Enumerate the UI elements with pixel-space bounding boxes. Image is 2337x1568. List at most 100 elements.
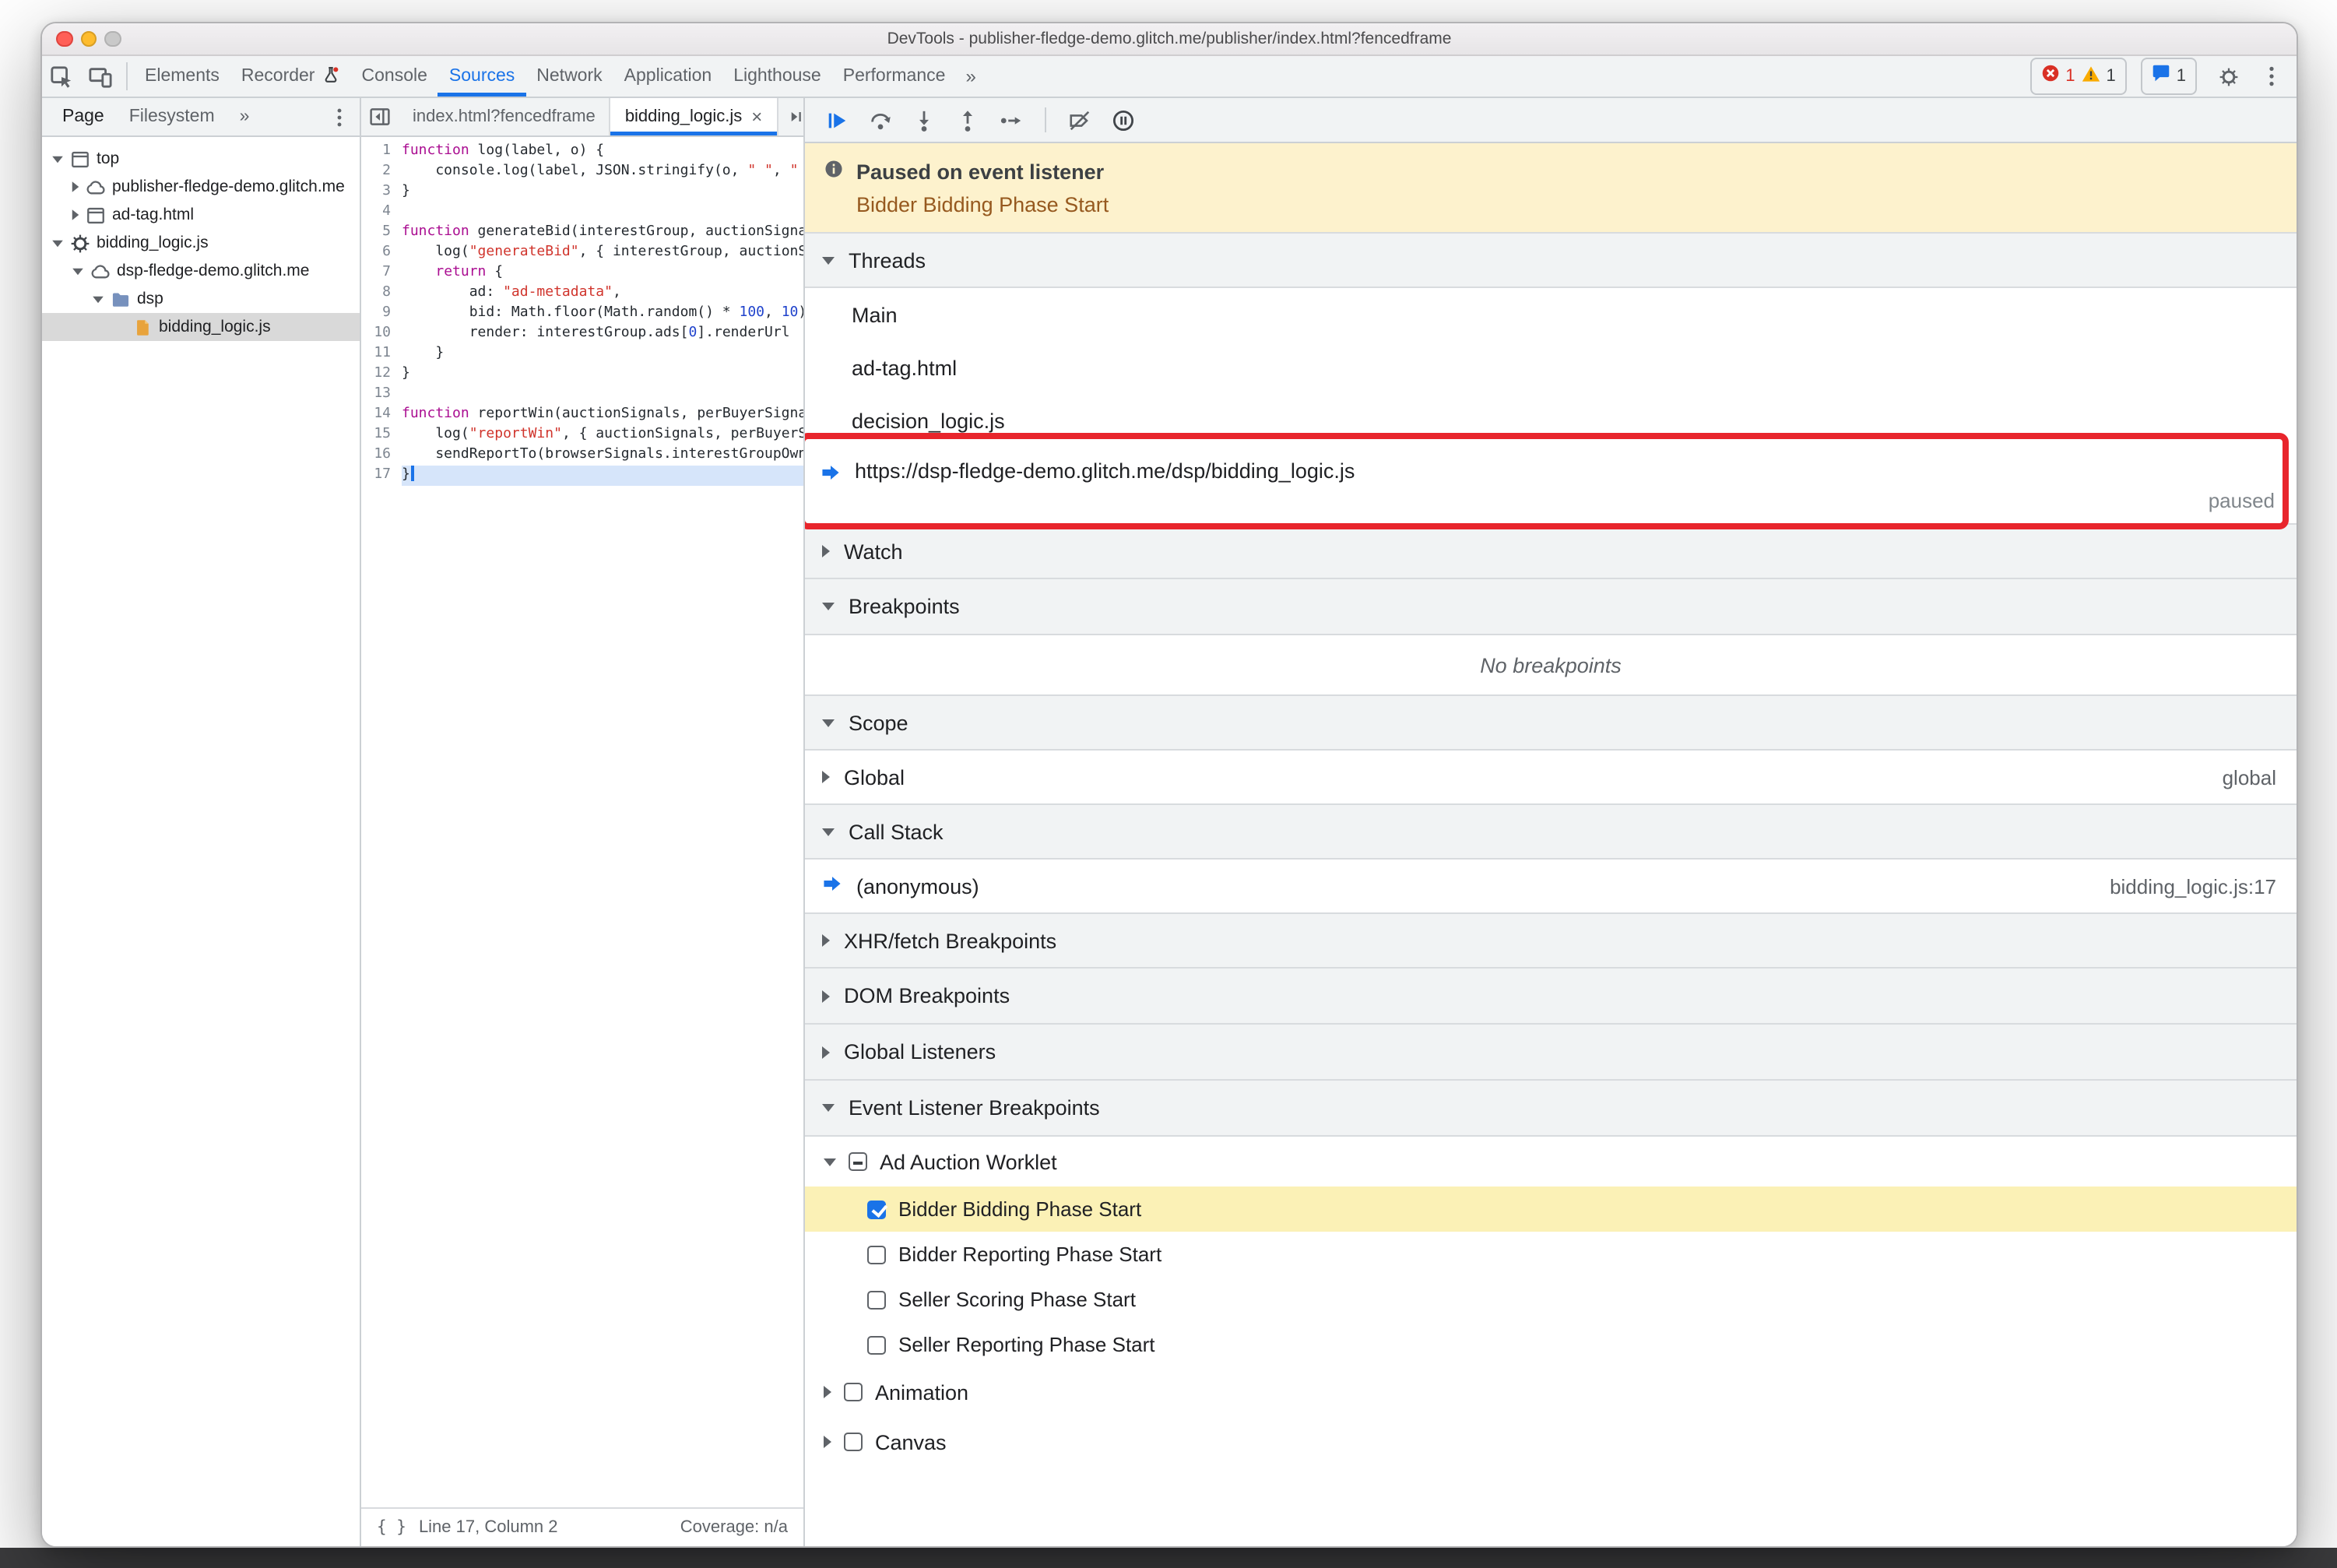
issues-badge[interactable]: 1	[2140, 58, 2197, 95]
elb-group-ad-auction-worklet[interactable]: Ad Auction Worklet	[805, 1137, 2297, 1187]
tab-lighthouse[interactable]: Lighthouse	[722, 56, 832, 97]
unchecked-checkbox[interactable]	[867, 1245, 886, 1264]
section-header-breakpoints[interactable]: Breakpoints	[805, 579, 2297, 635]
chevron-down-icon	[822, 603, 835, 610]
errors-warnings-badge[interactable]: 1 1	[2030, 58, 2127, 95]
screen: DevTools - publisher-fledge-demo.glitch.…	[0, 0, 2337, 1568]
execution-arrow-icon	[821, 462, 841, 490]
tree-item-bidding-logic[interactable]: bidding_logic.js	[42, 313, 360, 341]
elb-item-seller-reporting[interactable]: Seller Reporting Phase Start	[805, 1322, 2297, 1367]
call-stack-frame[interactable]: (anonymous) bidding_logic.js:17	[805, 860, 2297, 912]
devtools-window: DevTools - publisher-fledge-demo.glitch.…	[40, 22, 2298, 1548]
section-header-global-listeners[interactable]: Global Listeners	[805, 1025, 2297, 1081]
titlebar: DevTools - publisher-fledge-demo.glitch.…	[42, 23, 2297, 56]
tab-console[interactable]: Console	[351, 56, 438, 97]
close-window-button[interactable]	[56, 30, 72, 47]
tab-bidding-logic-js[interactable]: bidding_logic.js ×	[610, 98, 778, 135]
section-header-dom-breakpoints[interactable]: DOM Breakpoints	[805, 969, 2297, 1025]
elb-item-bidder-bidding[interactable]: Bidder Bidding Phase Start	[805, 1187, 2297, 1232]
paused-banner: Paused on event listener Bidder Bidding …	[805, 143, 2297, 232]
paused-title: Paused on event listener	[856, 160, 1105, 183]
deactivate-breakpoints-icon[interactable]	[1068, 108, 1091, 132]
chevron-down-icon	[822, 256, 835, 264]
close-tab-icon[interactable]: ×	[751, 107, 762, 126]
chevron-right-icon[interactable]	[822, 771, 830, 783]
tab-recorder[interactable]: Recorder	[230, 56, 351, 97]
tree-item-top[interactable]: top	[42, 145, 360, 173]
settings-gear-icon[interactable]	[2211, 66, 2247, 86]
chevron-right-icon[interactable]	[72, 181, 79, 192]
unchecked-checkbox[interactable]	[844, 1433, 863, 1451]
step-out-icon[interactable]	[956, 108, 979, 132]
section-header-watch[interactable]: Watch	[805, 523, 2297, 579]
section-header-call-stack[interactable]: Call Stack	[805, 803, 2297, 860]
chevron-right-icon[interactable]	[824, 1386, 831, 1398]
unchecked-checkbox[interactable]	[867, 1335, 886, 1354]
section-header-event-listener-breakpoints[interactable]: Event Listener Breakpoints	[805, 1081, 2297, 1137]
experiment-icon	[323, 65, 340, 88]
thread-decision-logic[interactable]: decision_logic.js	[805, 394, 2297, 447]
pretty-print-icon[interactable]: { }	[377, 1518, 406, 1537]
elb-item-bidder-reporting[interactable]: Bidder Reporting Phase Start	[805, 1232, 2297, 1277]
tab-elements[interactable]: Elements	[134, 56, 230, 97]
unchecked-checkbox[interactable]	[844, 1383, 863, 1401]
code-editor[interactable]: 1 function log(label, o) {2 console.log(l…	[361, 137, 803, 1507]
chevron-down-icon[interactable]	[93, 295, 104, 303]
chevron-down-icon[interactable]	[52, 155, 63, 163]
tree-item-worklet[interactable]: bidding_logic.js	[42, 229, 360, 257]
chevron-down-icon[interactable]	[52, 239, 63, 247]
chevron-right-icon	[822, 1046, 830, 1058]
elb-item-seller-scoring[interactable]: Seller Scoring Phase Start	[805, 1277, 2297, 1322]
elb-group-animation[interactable]: Animation	[805, 1367, 2297, 1417]
unchecked-checkbox[interactable]	[867, 1290, 886, 1309]
tree-item-publisher-origin[interactable]: publisher-fledge-demo.glitch.me	[42, 173, 360, 201]
chevron-down-icon[interactable]	[72, 267, 83, 275]
window-title: DevTools - publisher-fledge-demo.glitch.…	[887, 30, 1452, 48]
tab-index-html[interactable]: index.html?fencedframe	[399, 98, 611, 135]
tree-item-dsp-folder[interactable]: dsp	[42, 285, 360, 313]
toolbar-right: 1 1 1	[2030, 56, 2297, 97]
overflow-tabs-icon[interactable]: »	[956, 56, 985, 97]
scope-global-row[interactable]: Global global	[805, 751, 2297, 803]
chevron-down-icon[interactable]	[824, 1158, 836, 1165]
resume-icon[interactable]	[825, 108, 849, 132]
chevron-down-icon	[822, 828, 835, 835]
more-menu-icon[interactable]	[2261, 65, 2283, 87]
toggle-navigator-icon[interactable]	[361, 98, 399, 135]
thread-current[interactable]: https://dsp-fledge-demo.glitch.me/dsp/bi…	[805, 433, 2297, 529]
zoom-window-button[interactable]	[104, 30, 121, 47]
step-into-icon[interactable]	[912, 108, 936, 132]
toolbar-separator	[1045, 107, 1046, 132]
inspect-icon[interactable]	[42, 56, 81, 97]
tree-item-ad-tag[interactable]: ad-tag.html	[42, 201, 360, 229]
thread-main[interactable]: Main	[805, 288, 2297, 341]
tab-application[interactable]: Application	[613, 56, 723, 97]
checked-checkbox[interactable]	[867, 1200, 886, 1218]
step-icon[interactable]	[1000, 108, 1023, 132]
step-over-icon[interactable]	[869, 108, 892, 132]
issues-icon	[2152, 62, 2170, 90]
tab-sources[interactable]: Sources	[438, 56, 525, 97]
minimize-window-button[interactable]	[80, 30, 97, 47]
section-header-threads[interactable]: Threads	[805, 232, 2297, 288]
chevron-right-icon[interactable]	[824, 1436, 831, 1448]
tab-network[interactable]: Network	[525, 56, 613, 97]
section-header-scope[interactable]: Scope	[805, 694, 2297, 751]
tab-performance[interactable]: Performance	[832, 56, 957, 97]
navigator-menu-icon[interactable]	[329, 107, 350, 127]
elb-group-canvas[interactable]: Canvas	[805, 1417, 2297, 1467]
chevron-right-icon[interactable]	[72, 209, 79, 220]
more-nav-tabs-icon[interactable]: »	[229, 107, 261, 126]
warning-count: 1	[2106, 67, 2116, 86]
tab-page[interactable]: Page	[51, 107, 115, 126]
indeterminate-checkbox[interactable]	[849, 1152, 867, 1171]
navigator-toolbar: Page Filesystem »	[42, 98, 360, 137]
tab-filesystem[interactable]: Filesystem	[118, 107, 226, 126]
thread-ad-tag[interactable]: ad-tag.html	[805, 341, 2297, 394]
editor-tabbar: index.html?fencedframe bidding_logic.js …	[361, 98, 803, 137]
section-header-xhr-breakpoints[interactable]: XHR/fetch Breakpoints	[805, 912, 2297, 969]
device-toolbar-icon[interactable]	[81, 56, 120, 97]
tree-item-dsp-origin[interactable]: dsp-fledge-demo.glitch.me	[42, 257, 360, 285]
pause-on-exceptions-icon[interactable]	[1112, 108, 1135, 132]
error-icon	[2040, 62, 2059, 90]
